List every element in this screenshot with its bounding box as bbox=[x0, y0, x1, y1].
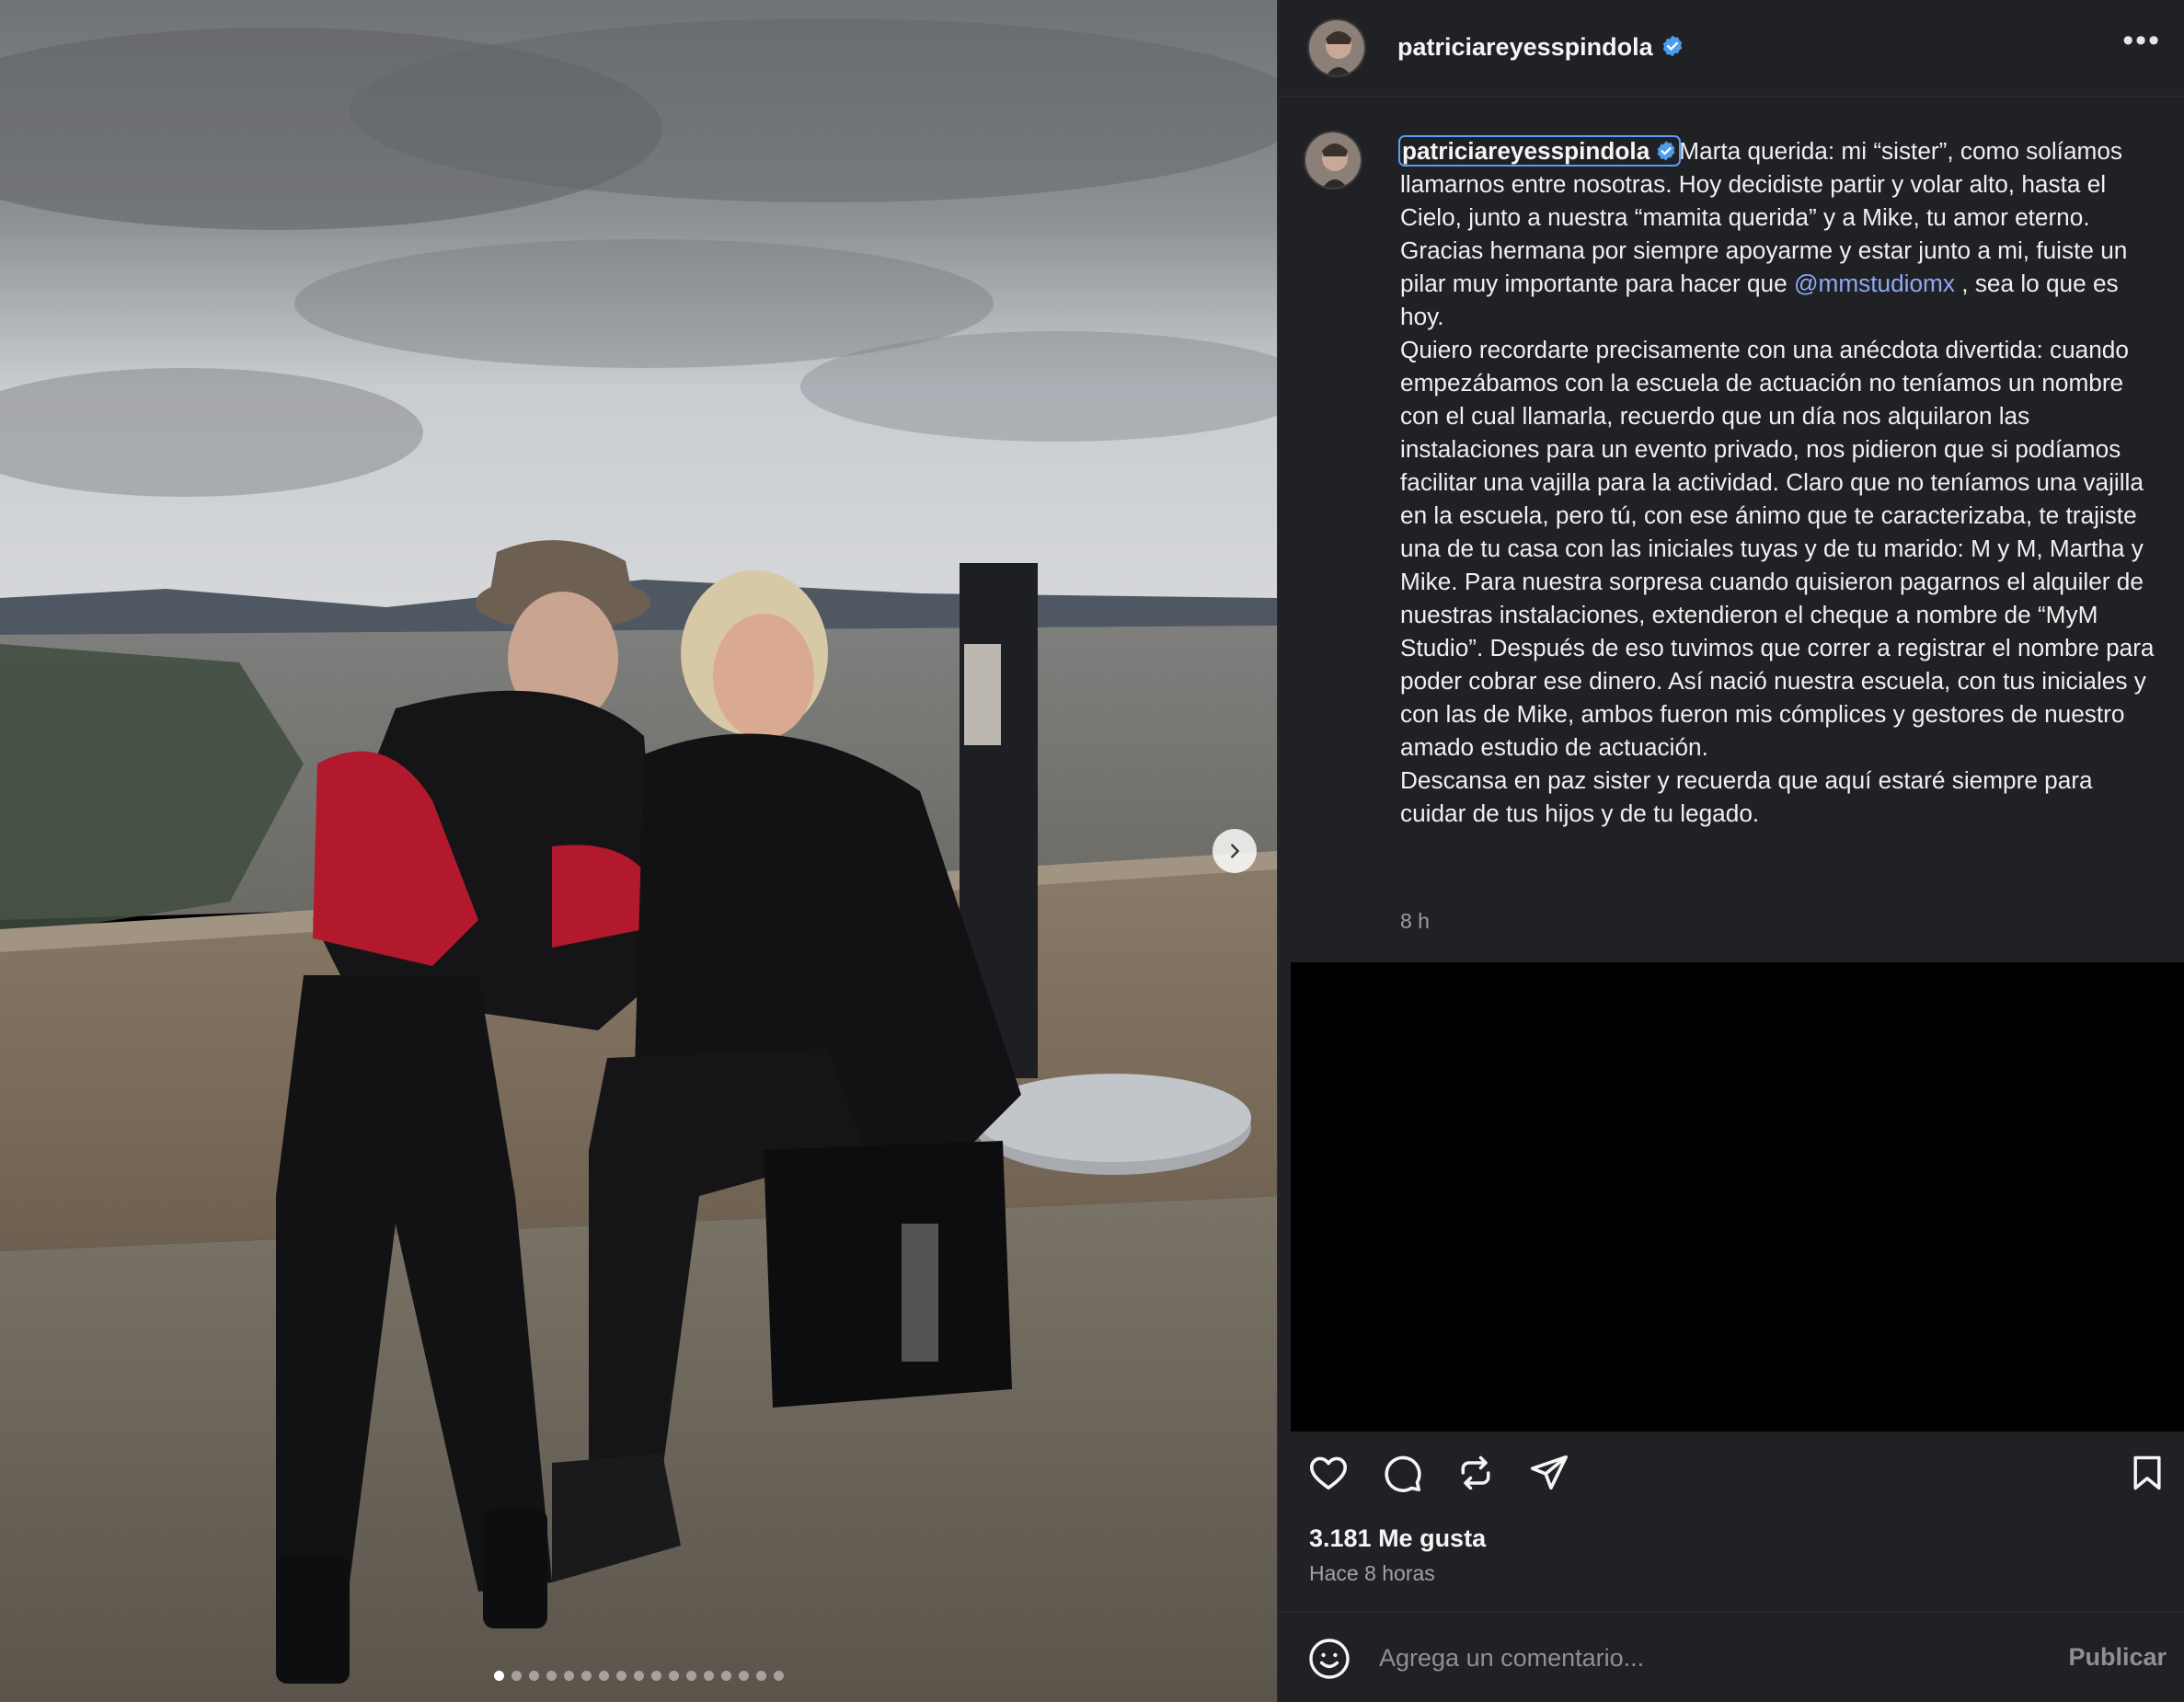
post-time-ago: Hace 8 horas bbox=[1309, 1561, 1435, 1585]
carousel-next-button[interactable] bbox=[1213, 829, 1257, 873]
caption-username-text[interactable]: patriciareyesspindola bbox=[1402, 137, 1649, 165]
carousel-dot bbox=[580, 1671, 592, 1681]
chevron-right-icon bbox=[1231, 844, 1239, 858]
carousel-dot bbox=[650, 1671, 661, 1681]
like-button[interactable] bbox=[1305, 1450, 1351, 1496]
divider bbox=[1278, 96, 2184, 97]
action-bar bbox=[1278, 1439, 2184, 1501]
carousel-dot bbox=[511, 1671, 522, 1681]
instagram-post-view: patriciareyesspindola ••• patriciareyess… bbox=[0, 0, 2184, 1702]
caption-paragraph-4: Descansa en paz sister y recuerda que aq… bbox=[1400, 766, 2093, 827]
caption-paragraph-3: Quiero recordarte precisamente con una a… bbox=[1400, 336, 2155, 761]
comment-input[interactable] bbox=[1379, 1637, 2041, 1679]
caption-avatar[interactable] bbox=[1304, 131, 1362, 190]
avatar-image bbox=[1309, 20, 1364, 75]
post-side-panel: patriciareyesspindola ••• patriciareyess… bbox=[1277, 0, 2184, 1702]
post-photo[interactable] bbox=[0, 0, 1277, 1702]
share-paper-plane-icon bbox=[1530, 1455, 1569, 1490]
caption-timestamp[interactable]: 8 h bbox=[1400, 909, 1430, 934]
more-options-button[interactable]: ••• bbox=[2122, 25, 2161, 56]
repost-icon bbox=[1461, 1455, 1490, 1490]
verified-badge-icon bbox=[1657, 141, 1675, 161]
emoji-smile-icon[interactable] bbox=[1307, 1637, 1351, 1681]
carousel-dot bbox=[493, 1671, 504, 1681]
mention-link[interactable]: @mmstudiomx bbox=[1794, 270, 1955, 297]
comment-button[interactable] bbox=[1379, 1450, 1425, 1496]
carousel-dot bbox=[773, 1671, 784, 1681]
blank-media-area bbox=[1291, 962, 2184, 1432]
carousel-dot bbox=[685, 1671, 696, 1681]
photo-image bbox=[0, 0, 1277, 1702]
post-caption: patriciareyesspindola Marta querida: mi “… bbox=[1397, 134, 2155, 830]
carousel-dot bbox=[633, 1671, 644, 1681]
carousel-dot bbox=[528, 1671, 539, 1681]
avatar[interactable] bbox=[1307, 18, 1366, 77]
share-button[interactable] bbox=[1526, 1450, 1572, 1496]
carousel-dot bbox=[738, 1671, 749, 1681]
likes-count[interactable]: 3.181 Me gusta bbox=[1309, 1524, 1486, 1553]
bookmark-icon bbox=[2133, 1455, 2161, 1490]
comment-bar: Publicar bbox=[1278, 1613, 2184, 1702]
carousel-indicator bbox=[0, 1671, 1277, 1681]
repost-button[interactable] bbox=[1453, 1450, 1499, 1496]
caption-username-link[interactable]: patriciareyesspindola bbox=[1397, 135, 1682, 167]
carousel-dot bbox=[563, 1671, 574, 1681]
carousel-dot bbox=[546, 1671, 557, 1681]
avatar-image bbox=[1305, 132, 1361, 188]
carousel-dot bbox=[720, 1671, 731, 1681]
comment-bubble-icon bbox=[1385, 1455, 1421, 1492]
post-header: patriciareyesspindola ••• bbox=[1278, 0, 2184, 96]
publish-button[interactable]: Publicar bbox=[2068, 1643, 2167, 1672]
carousel-dot bbox=[598, 1671, 609, 1681]
header-username[interactable]: patriciareyesspindola bbox=[1397, 33, 1684, 62]
carousel-dot bbox=[755, 1671, 766, 1681]
carousel-dot bbox=[703, 1671, 714, 1681]
heart-icon bbox=[1309, 1456, 1348, 1490]
carousel-dot bbox=[615, 1671, 626, 1681]
carousel-dot bbox=[668, 1671, 679, 1681]
username-text[interactable]: patriciareyesspindola bbox=[1397, 33, 1653, 61]
save-button[interactable] bbox=[2124, 1450, 2170, 1496]
verified-badge-icon bbox=[1662, 35, 1682, 57]
